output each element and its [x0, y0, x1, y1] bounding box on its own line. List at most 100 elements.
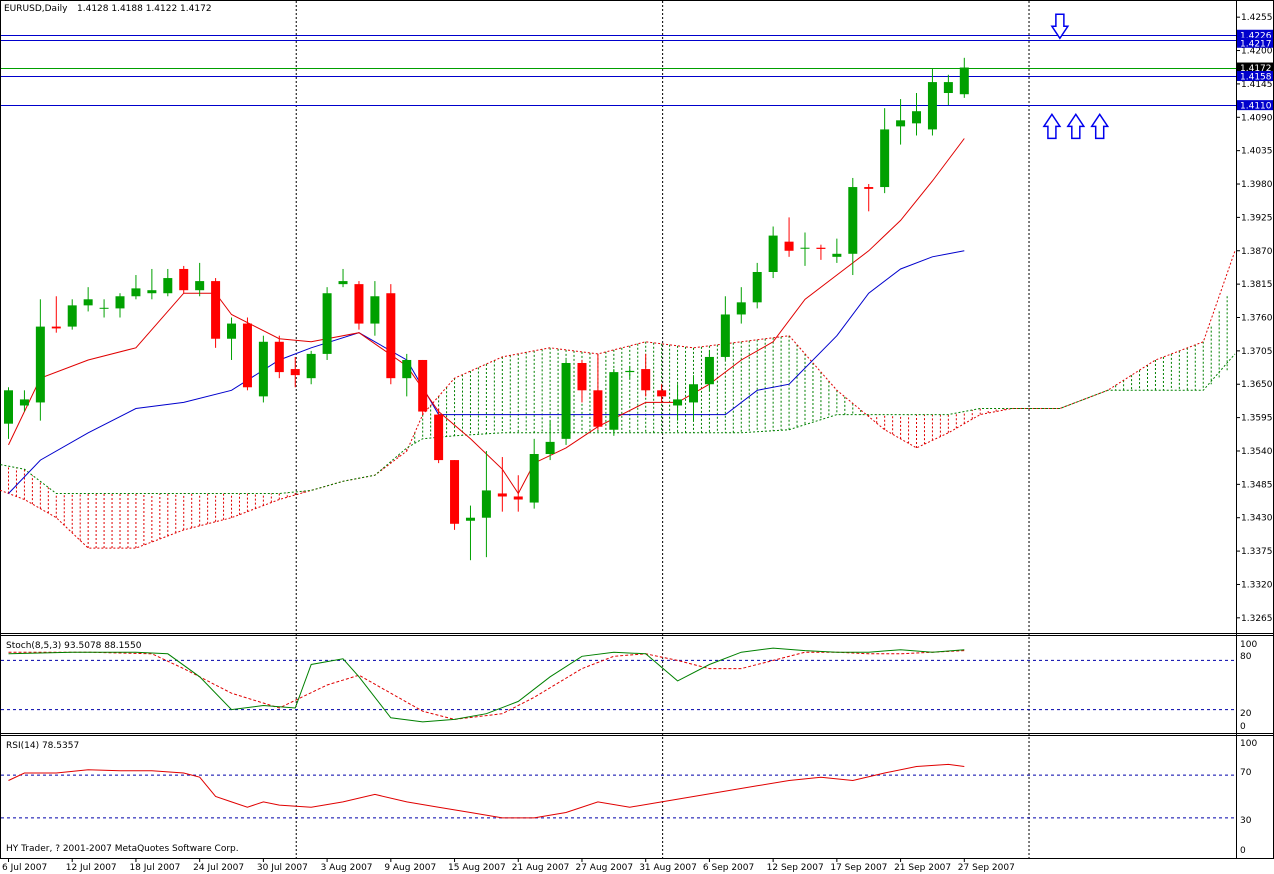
horizontal-price-lines[interactable] — [1, 35, 1236, 106]
rsi-level-0: 0 — [1240, 846, 1246, 856]
price-tick-label: 1.3375 — [1241, 547, 1273, 557]
price-tick-label: 1.3760 — [1241, 314, 1273, 324]
price-tag: 1.4217 — [1237, 37, 1273, 49]
date-label: 31 Aug 2007 — [639, 863, 697, 873]
price-tick-label: 1.3925 — [1241, 213, 1273, 223]
candle-body — [688, 384, 698, 403]
candle-body — [832, 253, 842, 257]
candle-body — [513, 496, 523, 500]
date-label: 6 Sep 2007 — [703, 863, 754, 873]
candle-body — [864, 187, 874, 189]
date-label: 15 Aug 2007 — [448, 863, 506, 873]
price-tick-label: 1.3595 — [1241, 414, 1273, 424]
price-tick-label: 1.4090 — [1241, 113, 1273, 123]
candle-body — [179, 268, 189, 291]
candle-body — [242, 323, 252, 388]
candle-body — [465, 517, 475, 521]
candle-body — [4, 390, 13, 424]
candle-body — [290, 369, 300, 376]
date-label: 27 Sep 2007 — [958, 863, 1015, 873]
date-label: 30 Jul 2007 — [257, 863, 308, 873]
candle-body — [354, 284, 364, 324]
candle-body — [609, 372, 619, 430]
rsi-label: RSI(14) 78.5357 — [6, 741, 79, 751]
price-tag: 1.4158 — [1237, 71, 1273, 83]
price-tag: 1.4110 — [1237, 100, 1273, 112]
arrow-up-icon[interactable] — [1042, 113, 1062, 140]
candle-body — [561, 363, 571, 439]
price-tick-label: 1.3870 — [1241, 247, 1273, 257]
date-label: 21 Sep 2007 — [894, 863, 951, 873]
candle-body — [912, 111, 922, 124]
price-tick-label: 1.3320 — [1241, 580, 1273, 590]
stoch-level-100: 100 — [1240, 640, 1257, 650]
candle-body — [163, 278, 173, 294]
date-label: 6 Jul 2007 — [2, 863, 47, 873]
candle-body — [147, 290, 157, 294]
rsi-level-100: 100 — [1240, 739, 1257, 749]
candle-body — [195, 281, 205, 291]
stoch-signal-line — [8, 650, 965, 720]
arrow-down-icon[interactable] — [1050, 13, 1070, 40]
trading-chart[interactable]: 1.42551.42001.41451.40901.40351.39801.39… — [0, 0, 1274, 874]
candle-body — [943, 82, 953, 94]
arrow-up-icon[interactable] — [1090, 113, 1110, 140]
price-tick-label: 1.3705 — [1241, 347, 1273, 357]
candle-body — [657, 390, 667, 397]
candle-body — [625, 370, 635, 373]
candle-body — [35, 326, 45, 403]
candle-body — [784, 241, 794, 251]
chart-ohlc: 1.4128 1.4188 1.4122 1.4172 — [77, 4, 212, 14]
price-tick-label: 1.3980 — [1241, 180, 1273, 190]
candle-body — [704, 356, 714, 385]
candle-body — [673, 399, 683, 406]
candle-body — [306, 353, 316, 379]
candle-body — [338, 281, 348, 285]
candle-body — [434, 414, 444, 461]
candle-body — [83, 299, 93, 306]
candle-body — [800, 247, 810, 249]
candle-body — [752, 271, 762, 303]
date-label: 12 Jul 2007 — [66, 863, 117, 873]
chart-symbol: EURUSD,Daily — [4, 4, 68, 14]
candle-body — [529, 454, 539, 503]
price-tick-label: 1.3430 — [1241, 514, 1273, 524]
candle-body — [848, 187, 858, 254]
candle-body — [19, 399, 29, 406]
candle-body — [896, 120, 906, 127]
candle-body — [386, 293, 396, 379]
arrow-up-icon[interactable] — [1066, 113, 1086, 140]
date-axis: 6 Jul 2007 12 Jul 2007 18 Jul 2007 24 Jul 2… — [2, 859, 1015, 873]
candle-body — [450, 460, 460, 524]
date-label: 24 Jul 2007 — [193, 863, 244, 873]
price-axis: 1.42551.42001.41451.40901.40351.39801.39… — [1236, 13, 1273, 624]
candle-body — [67, 305, 77, 327]
price-tag-label: 1.4158 — [1240, 73, 1272, 83]
candle-body — [497, 493, 507, 497]
stoch-level-80: 80 — [1240, 652, 1252, 662]
rsi-level-70: 70 — [1240, 768, 1252, 778]
price-tick-label: 1.3540 — [1241, 447, 1273, 457]
candle-body — [227, 323, 237, 339]
candle-body — [545, 441, 555, 455]
candle-body — [641, 369, 651, 391]
stochastic-pane — [1, 647, 1236, 723]
candle-body — [959, 67, 969, 95]
price-tick-label: 1.3265 — [1241, 614, 1273, 624]
candle-body — [322, 293, 332, 354]
price-tick-label: 1.4035 — [1241, 147, 1273, 157]
indicator-lines — [8, 138, 965, 495]
rsi-line — [8, 763, 965, 819]
candle-body — [258, 341, 268, 397]
candle-body — [736, 302, 746, 315]
date-label: 27 Aug 2007 — [575, 863, 633, 873]
price-tag-label: 1.4217 — [1240, 39, 1272, 49]
candle-body — [481, 490, 491, 518]
copyright-text: HY Trader, ? 2001-2007 MetaQuotes Softwa… — [6, 844, 239, 854]
date-label: 17 Sep 2007 — [830, 863, 887, 873]
price-tick-label: 1.3815 — [1241, 280, 1273, 290]
stoch-label: Stoch(8,5,3) 93.5078 88.1550 — [6, 641, 142, 651]
candle-body — [370, 296, 380, 324]
candle-body — [593, 390, 603, 427]
date-label: 21 Aug 2007 — [512, 863, 570, 873]
